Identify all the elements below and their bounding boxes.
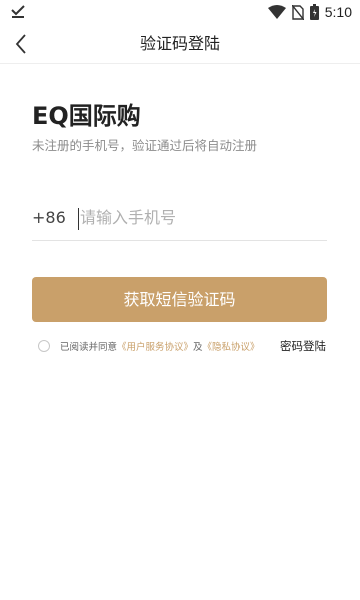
nav-bar: 验证码登陆 — [0, 24, 360, 64]
agreement-conjunction: 及 — [193, 342, 203, 353]
agreement-text: 已阅读并同意《用户服务协议》及《隐私协议》 — [60, 339, 260, 353]
register-hint: 未注册的手机号，验证通过后将自动注册 — [32, 138, 258, 153]
agreement-prefix: 已阅读并同意 — [60, 342, 118, 353]
phone-input[interactable] — [80, 202, 320, 232]
privacy-policy-link[interactable]: 《隐私协议》 — [203, 342, 260, 353]
status-bar: 5:10 — [0, 0, 360, 24]
status-icons: 5:10 — [267, 3, 352, 21]
get-sms-code-button[interactable]: 获取短信验证码 — [32, 277, 327, 322]
status-time: 5:10 — [324, 4, 352, 20]
user-agreement-link[interactable]: 《用户服务协议》 — [117, 342, 193, 353]
password-login-link[interactable]: 密码登陆 — [280, 338, 326, 354]
agreement-checkbox[interactable] — [38, 340, 50, 352]
page-title: 验证码登陆 — [139, 34, 220, 53]
country-code[interactable]: +86 — [32, 208, 66, 227]
battery-icon — [309, 4, 319, 20]
phone-input-row: +86 — [32, 198, 327, 241]
brand-title: EQ国际购 — [32, 102, 141, 130]
wifi-icon — [267, 5, 286, 19]
download-done-icon — [11, 5, 25, 18]
text-cursor — [78, 208, 79, 230]
no-sim-icon — [291, 4, 304, 20]
